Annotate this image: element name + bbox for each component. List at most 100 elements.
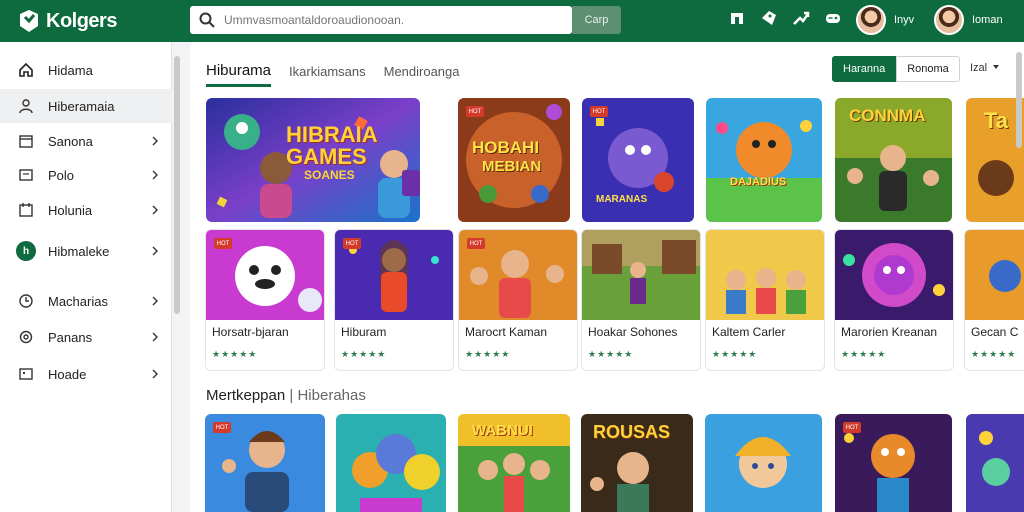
tab-bar: Hiburama Ikarkiamsans Mendiroanga [206, 62, 478, 87]
sidebar-item-label: Hidama [48, 62, 93, 78]
game-tile[interactable]: DAJADIUS [706, 98, 822, 222]
sidebar-item-events[interactable]: Holunia [0, 193, 172, 227]
tab-ikarkiamsans[interactable]: Ikarkiamsans [289, 64, 366, 87]
game-card[interactable]: HOT Marocrt Kaman ★★★★★ [458, 229, 578, 371]
game-thumbnail [706, 98, 822, 222]
game-card-title: Marocrt Kaman [465, 325, 548, 339]
main-scrollbar[interactable] [1016, 52, 1022, 148]
game-tile[interactable] [705, 414, 822, 512]
hot-badge: HOT [590, 106, 608, 117]
user-icon [19, 99, 33, 114]
game-card-title: Horsatr-bjaran [212, 325, 289, 339]
search-bar[interactable] [190, 6, 572, 34]
home-icon [19, 62, 33, 77]
trending-icon[interactable] [792, 9, 810, 27]
tab-hiburama[interactable]: Hiburama [206, 62, 272, 87]
rating-stars: ★★★★★ [971, 349, 1017, 359]
calendar-icon [19, 203, 33, 217]
game-thumbnail [336, 414, 446, 512]
game-card[interactable]: Kaltem Carler ★★★★★ [705, 229, 825, 371]
sidebar-item-settings[interactable]: Panans [0, 320, 172, 354]
chevron-right-icon [152, 296, 158, 306]
user-profile-1[interactable]: Inyv [856, 5, 914, 35]
chevron-down-icon [993, 65, 1000, 69]
chevron-right-icon [152, 205, 158, 215]
sidebar-item-messages[interactable]: Hoade [0, 357, 172, 391]
game-tile[interactable]: HOT [835, 414, 952, 512]
sidebar-item-label: Sanona [48, 133, 93, 149]
sort-dropdown[interactable]: Izal [970, 62, 1000, 74]
rating-stars: ★★★★★ [212, 349, 258, 359]
game-card[interactable]: HOT Horsatr-bjaran ★★★★★ [205, 229, 325, 371]
game-thumbnail [705, 414, 822, 512]
tag-icon[interactable] [760, 9, 778, 27]
sidebar-item-home[interactable]: Hidama [0, 53, 172, 87]
chevron-right-icon [152, 170, 158, 180]
toggle-ronoma-button[interactable]: Ronoma [896, 56, 960, 82]
game-tile[interactable]: HOT MARANAS [582, 98, 694, 222]
search-button[interactable]: Carp [572, 6, 621, 34]
game-card-title: Gecan C [971, 325, 1019, 339]
game-tile[interactable] [336, 414, 446, 512]
game-thumbnail [966, 414, 1024, 512]
sidebar-scrollbar[interactable] [174, 56, 180, 314]
game-tile[interactable]: HOT HOBAHI MEBIAN [458, 98, 570, 222]
toggle-haranna-button[interactable]: Haranna [832, 56, 897, 82]
sidebar-item-schedule[interactable]: Sanona [0, 124, 172, 158]
featured-game-title: HIBRAIA GAMES [286, 122, 377, 169]
game-tile[interactable]: WABNUI [458, 414, 570, 512]
game-card-title: Hiburam [341, 325, 387, 339]
section-heading: Mertkeppan [206, 387, 286, 404]
featured-game-tile[interactable]: HIBRAIA GAMES SOANES [206, 98, 420, 222]
game-title: ROUSAS [593, 422, 671, 442]
tab-mendiroanga[interactable]: Mendiroanga [384, 64, 460, 87]
search-input[interactable] [224, 13, 572, 27]
sidebar-item-history[interactable]: Macharias [0, 284, 172, 318]
main-content: Hiburama Ikarkiamsans Mendiroanga Harann… [190, 42, 1024, 512]
chevron-right-icon [152, 136, 158, 146]
sidebar-item-hibmaleke[interactable]: h Hibmaleke [0, 234, 172, 268]
game-card[interactable]: Marorien Kreanan ★★★★★ [834, 229, 954, 371]
image-icon [19, 169, 33, 181]
logo[interactable]: Kolgers [16, 8, 186, 34]
sidebar-item-profile[interactable]: Hiberamaia [0, 89, 172, 123]
game-tile[interactable]: ROUSAS [581, 414, 693, 512]
chevron-right-icon [152, 369, 158, 379]
game-tile[interactable] [966, 414, 1024, 512]
content-panel: Hiburama Ikarkiamsans Mendiroanga Harann… [190, 42, 1024, 512]
game-tile[interactable]: HOT [205, 414, 325, 512]
store-icon[interactable] [728, 9, 746, 27]
game-card[interactable]: HOT Hiburam ★★★★★ [334, 229, 454, 371]
game-card[interactable]: Hoakar Sohones ★★★★★ [581, 229, 701, 371]
gamepad-icon[interactable] [824, 9, 842, 27]
sidebar-item-label: Hibmaleke [48, 243, 110, 259]
calendar-icon [19, 135, 33, 148]
game-card-title: Hoakar Sohones [588, 325, 678, 339]
game-thumbnail [835, 230, 953, 320]
game-card[interactable]: Gecan C ★★★★★ [964, 229, 1024, 371]
rating-stars: ★★★★★ [588, 349, 634, 359]
game-title: Ta [984, 108, 1009, 133]
hot-badge: HOT [343, 238, 361, 249]
user-profile-2[interactable]: Ioman [934, 5, 1003, 35]
hot-badge: HOT [214, 238, 232, 249]
game-thumbnail [706, 230, 824, 320]
rating-stars: ★★★★★ [465, 349, 511, 359]
sidebar: Hidama Hiberamaia Sanona Polo Holunia h … [0, 42, 172, 512]
sidebar-item-label: Polo [48, 167, 75, 183]
search-icon [199, 12, 215, 28]
chevron-right-icon [152, 246, 158, 256]
clock-icon [19, 294, 33, 308]
chevron-right-icon [152, 332, 158, 342]
user-name: Ioman [972, 14, 1003, 26]
game-subtitle: MEBIAN [482, 158, 542, 175]
sidebar-item-photo[interactable]: Polo [0, 158, 172, 192]
game-tile[interactable]: CONNMA [835, 98, 952, 222]
view-toggle: Haranna Ronoma [832, 56, 960, 82]
game-title: DAJADIUS [730, 176, 787, 188]
featured-game-subtitle: SOANES [304, 168, 355, 182]
game-title: HOBAHI [472, 138, 540, 157]
sidebar-item-label: Panans [48, 329, 93, 345]
hot-badge: HOT [467, 238, 485, 249]
hot-badge: HOT [213, 422, 231, 433]
